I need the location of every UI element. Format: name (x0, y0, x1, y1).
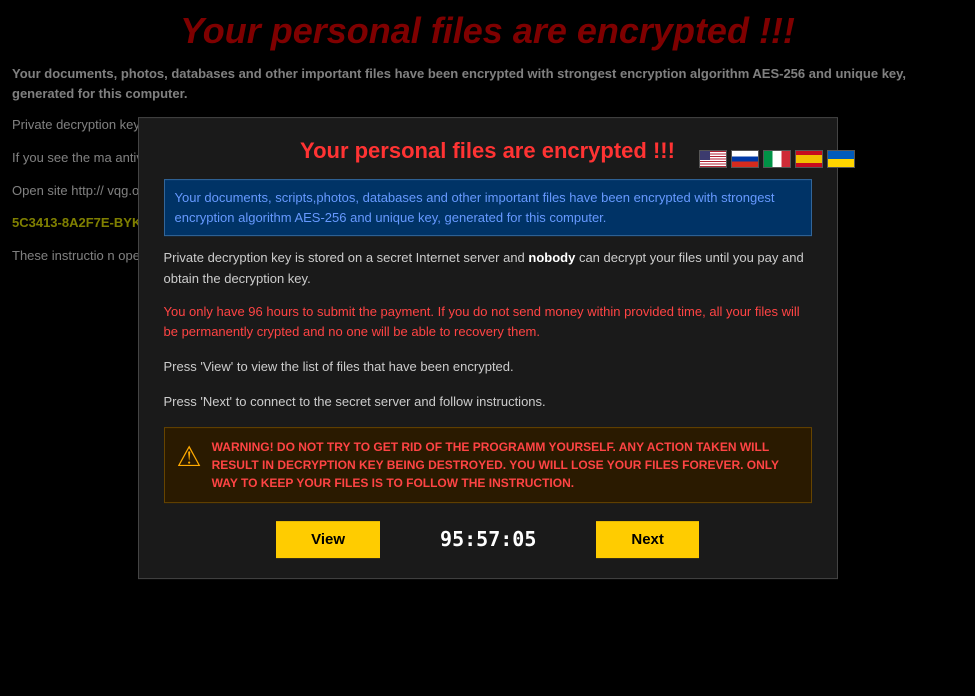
modal-time-warning: You only have 96 hours to submit the pay… (164, 302, 812, 344)
modal-highlighted-text: Your documents, scripts,photos, database… (164, 179, 812, 236)
modal-footer: View 95:57:05 Next (164, 521, 812, 558)
modal-press-view: Press 'View' to view the list of files t… (164, 357, 812, 378)
flag-ru[interactable] (731, 150, 759, 168)
modal-decryption-text: Private decryption key is stored on a se… (164, 248, 812, 290)
flag-us[interactable] (699, 150, 727, 168)
highlighted-content: Your documents, scripts,photos, database… (175, 190, 775, 225)
flag-es[interactable] (795, 150, 823, 168)
flags-area (699, 150, 855, 168)
next-button[interactable]: Next (596, 521, 699, 558)
warning-box: ⚠ WARNING! DO NOT TRY TO GET RID OF THE … (164, 427, 812, 503)
ransomware-modal: Your personal files are encrypted !!! Yo… (138, 117, 838, 579)
warning-text: WARNING! DO NOT TRY TO GET RID OF THE PR… (212, 438, 799, 492)
modal-press-next: Press 'Next' to connect to the secret se… (164, 392, 812, 413)
countdown-timer: 95:57:05 (440, 527, 536, 551)
flag-it[interactable] (763, 150, 791, 168)
warning-icon: ⚠ (177, 440, 202, 473)
view-button[interactable]: View (276, 521, 380, 558)
flag-ua[interactable] (827, 150, 855, 168)
